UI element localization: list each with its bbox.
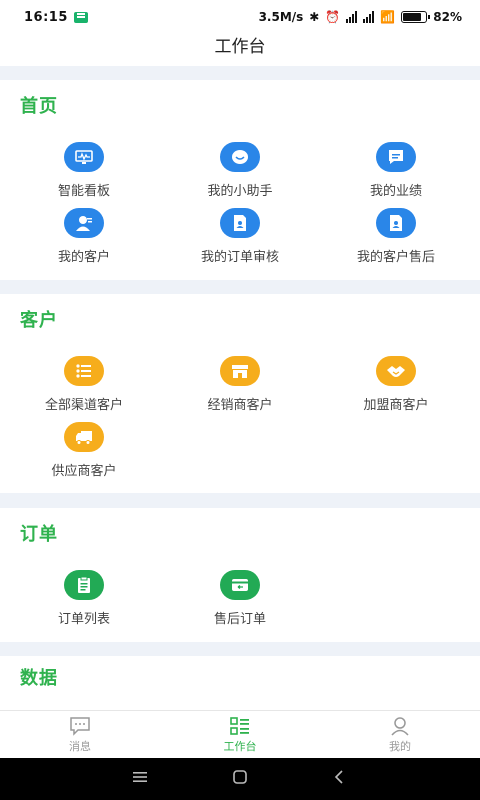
wifi-icon: 📶 xyxy=(380,10,396,24)
item-label: 我的客户售后 xyxy=(356,250,435,265)
item-my-performance[interactable]: 我的业绩 xyxy=(316,142,476,199)
clipboard-icon xyxy=(64,570,104,600)
section-title: 首页 xyxy=(20,96,58,117)
item-supplier-customers[interactable]: 供应商客户 xyxy=(4,422,164,479)
item-all-channel-customers[interactable]: 全部渠道客户 xyxy=(4,356,164,413)
store-icon xyxy=(220,356,260,386)
item-order-list[interactable]: 订单列表 xyxy=(4,570,164,627)
tab-workbench[interactable]: 工作台 xyxy=(160,711,320,758)
item-aftersales-orders[interactable]: 售后订单 xyxy=(160,570,320,627)
item-my-assistant[interactable]: 我的小助手 xyxy=(160,142,320,199)
bluetooth-icon: ✱ xyxy=(309,10,320,24)
message-icon xyxy=(376,142,416,172)
tab-label: 我的 xyxy=(389,739,411,753)
item-label: 我的业绩 xyxy=(369,184,422,199)
back-icon[interactable] xyxy=(331,769,349,789)
tab-mine[interactable]: 我的 xyxy=(320,711,480,758)
item-smart-dashboard[interactable]: 智能看板 xyxy=(4,142,164,199)
battery-percent: 82% xyxy=(433,10,462,24)
battery-icon xyxy=(401,11,431,23)
tab-messages[interactable]: 消息 xyxy=(0,711,160,758)
truck-icon xyxy=(64,422,104,452)
status-bar: 16:15 3.5M/s ✱ ⏰ 📶 82% xyxy=(0,0,480,34)
tab-label: 工作台 xyxy=(223,739,257,753)
alarm-icon: ⏰ xyxy=(325,10,341,24)
item-label: 我的客户 xyxy=(57,250,110,265)
handshake-icon xyxy=(376,356,416,386)
page-title: 工作台 xyxy=(0,34,480,66)
user-icon xyxy=(64,208,104,238)
item-my-order-review[interactable]: 我的订单审核 xyxy=(160,208,320,265)
item-label: 我的订单审核 xyxy=(200,250,279,265)
section-data: 数据 xyxy=(0,656,480,710)
monitor-icon xyxy=(64,142,104,172)
menu-icon[interactable] xyxy=(131,769,149,789)
status-right: 3.5M/s ✱ ⏰ 📶 82% xyxy=(259,10,462,24)
person-icon xyxy=(391,716,409,736)
item-my-customer-aftersales[interactable]: 我的客户售后 xyxy=(316,208,476,265)
tab-label: 消息 xyxy=(69,739,91,753)
item-label: 加盟商客户 xyxy=(363,398,429,413)
notification-icon xyxy=(73,11,88,23)
signal-1-icon xyxy=(346,11,358,23)
section-home: 首页 智能看板 我的小助手 我的业绩 我的客户 我的订单审核 我的客户售后 xyxy=(0,80,480,280)
home-icon[interactable] xyxy=(231,769,249,789)
item-label: 智能看板 xyxy=(57,184,110,199)
signal-2-icon xyxy=(363,11,375,23)
item-label: 供应商客户 xyxy=(51,464,117,479)
chat-icon xyxy=(220,142,260,172)
workbench-icon xyxy=(230,716,249,735)
system-nav-bar xyxy=(0,758,480,800)
section-title: 数据 xyxy=(20,668,58,689)
item-label: 经销商客户 xyxy=(207,398,273,413)
bottom-tabbar: 消息 工作台 我的 xyxy=(0,710,480,758)
message-icon xyxy=(70,716,90,736)
list-icon xyxy=(64,356,104,386)
file-user-icon xyxy=(376,208,416,238)
network-speed: 3.5M/s xyxy=(258,10,304,24)
item-dealer-customers[interactable]: 经销商客户 xyxy=(160,356,320,413)
section-orders: 订单 订单列表 售后订单 xyxy=(0,508,480,642)
section-title: 客户 xyxy=(20,310,58,331)
card-return-icon xyxy=(220,570,260,600)
item-label: 我的小助手 xyxy=(207,184,273,199)
status-time: 16:15 xyxy=(24,9,68,25)
item-label: 售后订单 xyxy=(213,612,266,627)
item-label: 订单列表 xyxy=(57,612,110,627)
file-user-icon xyxy=(220,208,260,238)
item-my-customers[interactable]: 我的客户 xyxy=(4,208,164,265)
item-label: 全部渠道客户 xyxy=(44,398,123,413)
item-franchise-customers[interactable]: 加盟商客户 xyxy=(316,356,476,413)
section-title: 订单 xyxy=(20,524,58,545)
section-customers: 客户 全部渠道客户 经销商客户 加盟商客户 供应商客户 xyxy=(0,294,480,493)
